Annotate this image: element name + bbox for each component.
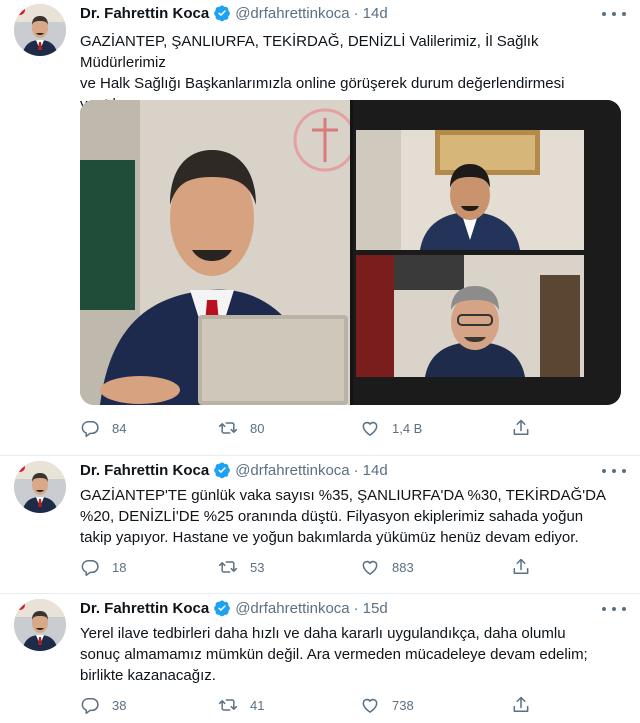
author-name[interactable]: Dr. Fahrettin Koca [80, 462, 209, 479]
reply-icon [80, 418, 100, 438]
like-count: 883 [392, 559, 414, 575]
tweet-header: Dr. Fahrettin Koca @drfahrettinkoca · 14… [80, 461, 388, 479]
retweet-button[interactable]: 53 [218, 557, 264, 577]
retweet-count: 80 [250, 420, 265, 436]
author-name[interactable]: Dr. Fahrettin Koca [80, 5, 209, 22]
tweet-media[interactable] [80, 100, 621, 405]
tweet-header: Dr. Fahrettin Koca @drfahrettinkoca · 14… [80, 4, 388, 22]
like-icon [360, 557, 380, 577]
share-button[interactable] [511, 695, 543, 715]
author-handle[interactable]: @drfahrettinkoca [235, 5, 349, 22]
like-icon [360, 695, 380, 715]
avatar[interactable] [14, 461, 66, 513]
more-options-icon[interactable] [602, 464, 626, 478]
separator-dot: · [353, 4, 359, 22]
like-button[interactable]: 1,4 B [360, 418, 422, 438]
author-name[interactable]: Dr. Fahrettin Koca [80, 600, 209, 617]
like-count: 738 [392, 697, 414, 713]
share-button[interactable] [511, 557, 543, 577]
tweet[interactable]: Dr. Fahrettin Koca @drfahrettinkoca · 15… [0, 593, 640, 723]
separator-dot: · [353, 461, 359, 479]
reply-icon [80, 695, 100, 715]
retweet-button[interactable]: 41 [218, 695, 264, 715]
tweet-timestamp[interactable]: 15d [363, 600, 388, 617]
tweet-actions: 84 80 1,4 B [80, 418, 530, 442]
retweet-icon [218, 695, 238, 715]
share-button[interactable] [511, 418, 543, 438]
reply-count: 84 [112, 420, 127, 436]
like-button[interactable]: 883 [360, 557, 414, 577]
reply-button[interactable]: 18 [80, 557, 126, 577]
verified-badge-icon [213, 461, 231, 479]
tweet-timestamp[interactable]: 14d [363, 462, 388, 479]
more-options-icon[interactable] [602, 7, 626, 21]
tweet-text: Yerel ilave tedbirleri daha hızlı ve dah… [80, 625, 588, 684]
retweet-count: 53 [250, 559, 265, 575]
verified-badge-icon [213, 599, 231, 617]
tweet-timestamp[interactable]: 14d [363, 5, 388, 22]
retweet-count: 41 [250, 697, 265, 713]
more-options-icon[interactable] [602, 602, 626, 616]
reply-button[interactable]: 38 [80, 695, 126, 715]
like-button[interactable]: 738 [360, 695, 414, 715]
tweet[interactable]: Dr. Fahrettin Koca @drfahrettinkoca · 14… [0, 455, 640, 594]
like-count: 1,4 B [392, 420, 423, 436]
reply-icon [80, 557, 100, 577]
retweet-icon [218, 557, 238, 577]
tweet-header: Dr. Fahrettin Koca @drfahrettinkoca · 15… [80, 599, 388, 617]
reply-count: 38 [112, 697, 127, 713]
media-image [80, 100, 621, 405]
verified-badge-icon [213, 4, 231, 22]
avatar[interactable] [14, 4, 66, 56]
tweet[interactable]: Dr. Fahrettin Koca @drfahrettinkoca · 14… [0, 0, 640, 456]
reply-button[interactable]: 84 [80, 418, 126, 438]
tweet-actions: 18 53 883 [80, 557, 530, 581]
like-icon [360, 418, 380, 438]
share-icon [511, 557, 531, 577]
reply-count: 18 [112, 559, 127, 575]
avatar[interactable] [14, 599, 66, 651]
retweet-icon [218, 418, 238, 438]
tweet-actions: 38 41 738 [80, 695, 530, 719]
author-handle[interactable]: @drfahrettinkoca [235, 600, 349, 617]
retweet-button[interactable]: 80 [218, 418, 264, 438]
share-icon [511, 418, 531, 438]
tweet-text: GAZİANTEP'TE günlük vaka sayısı %35, ŞAN… [80, 487, 606, 546]
author-handle[interactable]: @drfahrettinkoca [235, 462, 349, 479]
share-icon [511, 695, 531, 715]
separator-dot: · [353, 599, 359, 617]
